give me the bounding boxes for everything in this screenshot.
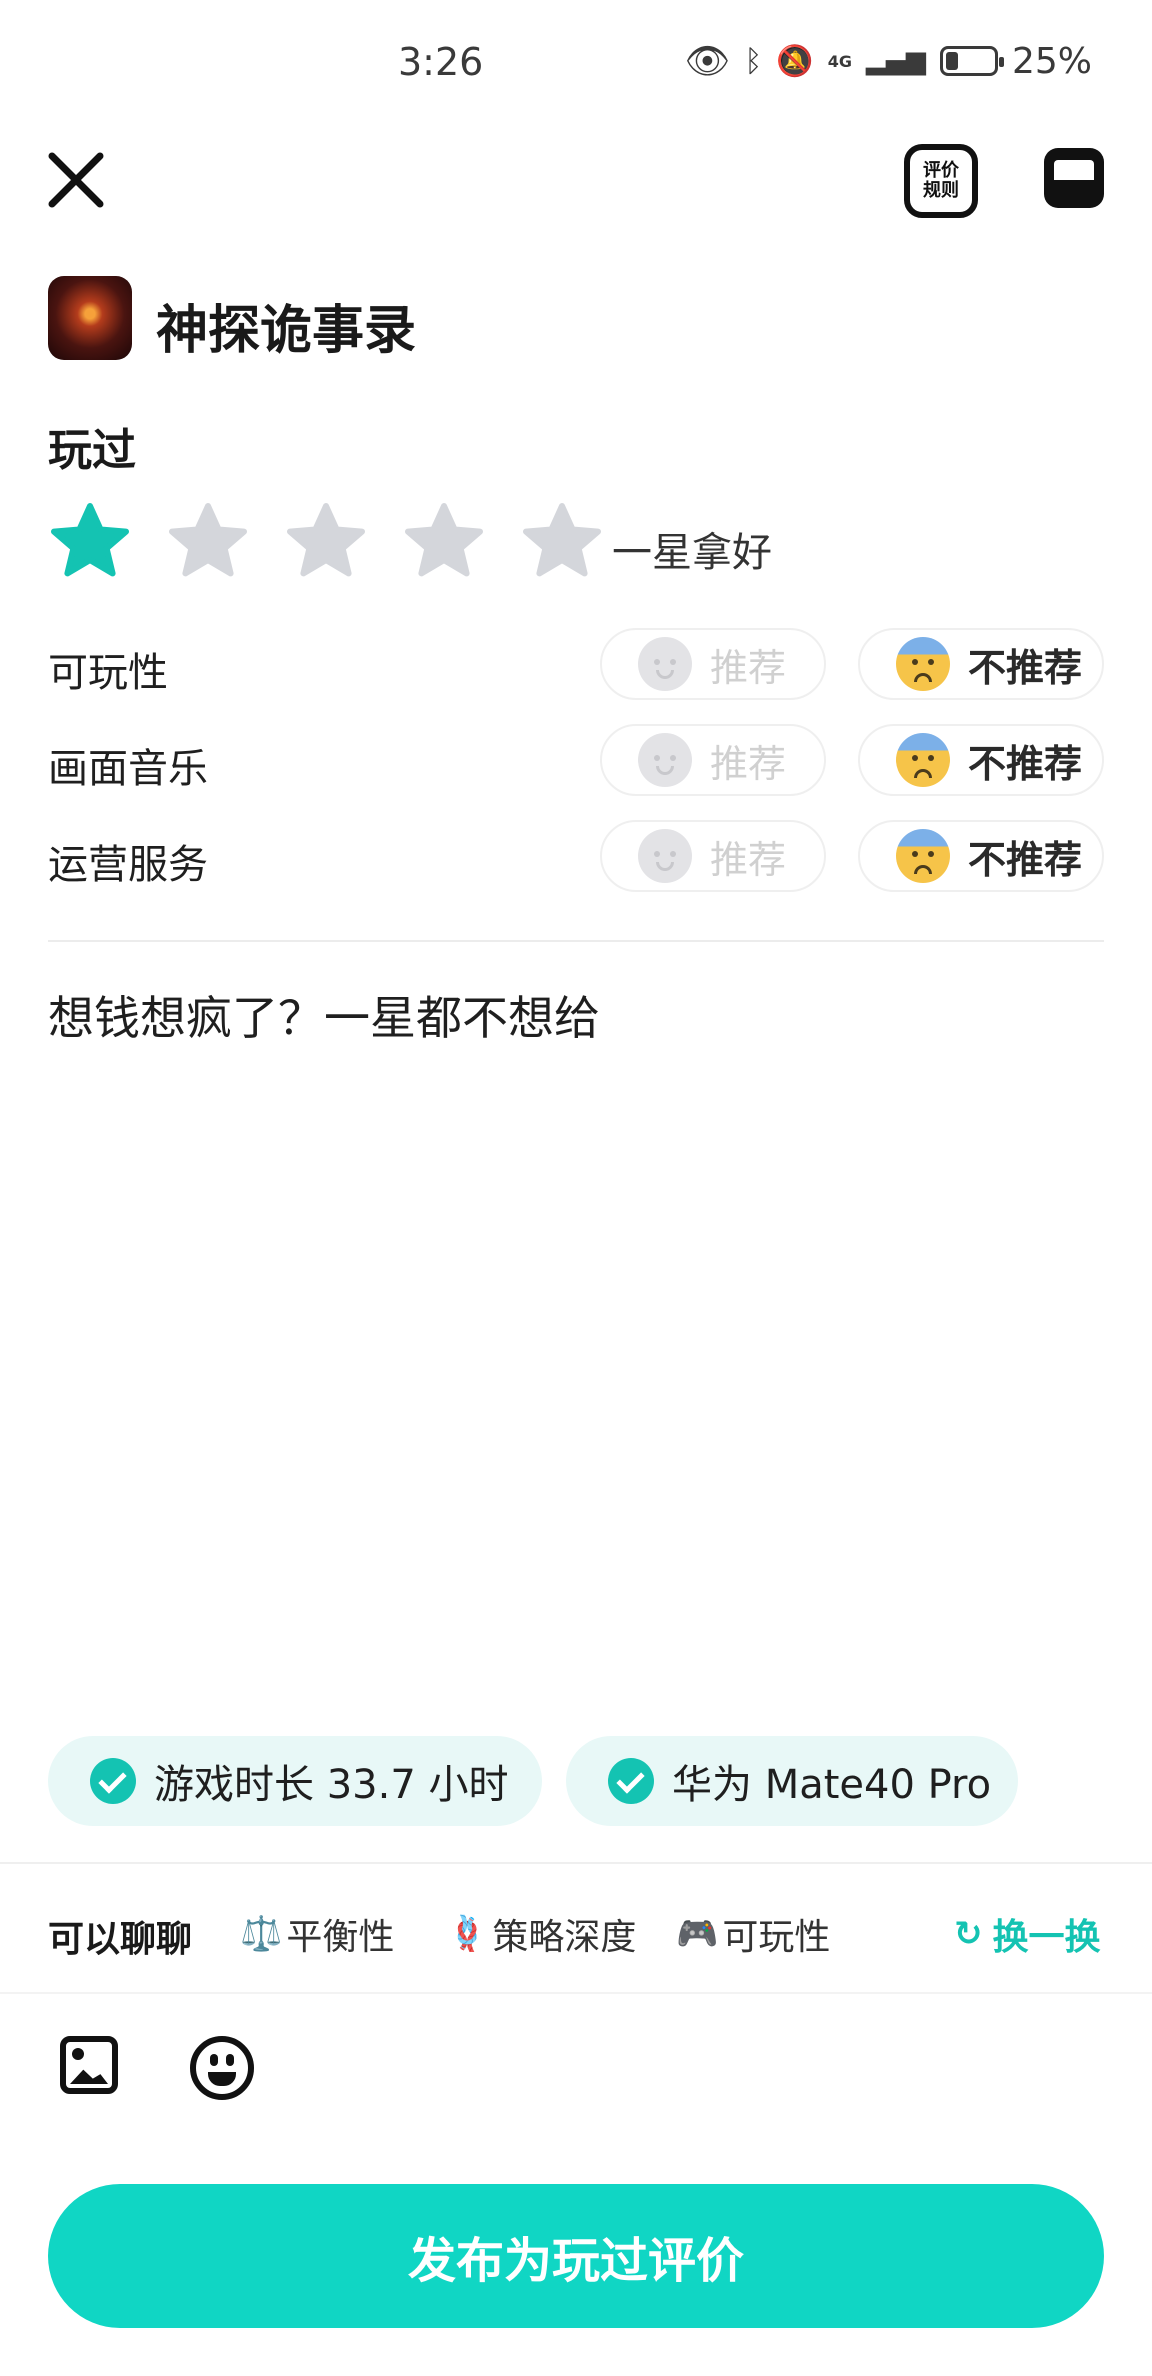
not-recommend-button[interactable]: 不推荐 bbox=[858, 724, 1104, 796]
worried-face-icon bbox=[896, 829, 950, 883]
review-rules-label: 评价规则 bbox=[923, 160, 959, 201]
topic-label: 可玩性 bbox=[722, 1917, 831, 1958]
swap-label: 换一换 bbox=[992, 1917, 1101, 1958]
topic-playability[interactable]: 🎮 可玩性 bbox=[676, 1908, 830, 1960]
device-label: 华为 Mate40 Pro bbox=[672, 1762, 992, 1808]
topic-strategy-depth[interactable]: 🪢 策略深度 bbox=[446, 1908, 636, 1960]
star-icon[interactable] bbox=[402, 500, 486, 584]
game-icon bbox=[48, 276, 132, 360]
topic-label: 平衡性 bbox=[286, 1917, 395, 1958]
playtime-label: 游戏时长 33.7 小时 bbox=[154, 1762, 509, 1808]
star-icon[interactable] bbox=[284, 500, 368, 584]
recommend-button[interactable]: 推荐 bbox=[600, 628, 826, 700]
rating-text: 一星拿好 bbox=[612, 530, 772, 576]
recommend-button[interactable]: 推荐 bbox=[600, 724, 826, 796]
recommend-label: 推荐 bbox=[710, 741, 787, 786]
star-icon[interactable] bbox=[520, 500, 604, 584]
smile-face-icon bbox=[638, 637, 692, 691]
emoji-icon[interactable] bbox=[190, 2036, 254, 2100]
smile-face-icon bbox=[638, 733, 692, 787]
swap-topics-button[interactable]: ↻ 换一换 bbox=[954, 1908, 1101, 1960]
not-recommend-label: 不推荐 bbox=[968, 645, 1083, 690]
review-status-label: 玩过 bbox=[48, 425, 136, 476]
recommend-label: 推荐 bbox=[710, 837, 787, 882]
knot-icon: 🪢 bbox=[446, 1914, 489, 1954]
topic-balance[interactable]: ⚖️ 平衡性 bbox=[240, 1908, 394, 1960]
game-title: 神探诡事录 bbox=[156, 301, 417, 361]
not-recommend-button[interactable]: 不推荐 bbox=[858, 820, 1104, 892]
close-icon[interactable] bbox=[44, 148, 108, 212]
recommend-button[interactable]: 推荐 bbox=[600, 820, 826, 892]
signal-icon: ▂▄▆ bbox=[865, 46, 926, 76]
not-recommend-label: 不推荐 bbox=[968, 837, 1083, 882]
network-label: 4G bbox=[827, 51, 852, 71]
topic-label: 策略深度 bbox=[492, 1917, 637, 1958]
aspect-label: 运营服务 bbox=[48, 842, 208, 888]
worried-face-icon bbox=[896, 637, 950, 691]
battery-icon bbox=[939, 46, 1004, 76]
star-icon[interactable] bbox=[48, 500, 132, 584]
review-rules-button[interactable]: 评价规则 bbox=[904, 144, 978, 218]
status-icons: 👁 ᛒ 🔕 4G ▂▄▆ 25% bbox=[684, 40, 1092, 83]
mute-icon: 🔕 bbox=[776, 43, 814, 79]
gamepad-icon: 🎮 bbox=[676, 1914, 719, 1954]
star-rating[interactable] bbox=[48, 500, 604, 584]
aspect-row-playability: 可玩性 推荐 不推荐 bbox=[48, 628, 1104, 700]
aspect-row-operations: 运营服务 推荐 不推荐 bbox=[48, 820, 1104, 892]
recommend-label: 推荐 bbox=[710, 645, 787, 690]
playtime-chip[interactable]: 游戏时长 33.7 小时 bbox=[48, 1736, 542, 1826]
publish-button[interactable]: 发布为玩过评价 bbox=[48, 2184, 1104, 2328]
status-time: 3:26 bbox=[398, 40, 484, 84]
inbox-icon[interactable] bbox=[1044, 148, 1104, 208]
smile-face-icon bbox=[638, 829, 692, 883]
not-recommend-label: 不推荐 bbox=[968, 741, 1083, 786]
check-icon bbox=[90, 1758, 136, 1804]
divider bbox=[0, 1992, 1152, 1994]
star-icon[interactable] bbox=[166, 500, 250, 584]
worried-face-icon bbox=[896, 733, 950, 787]
aspect-label: 画面音乐 bbox=[48, 746, 208, 792]
image-icon[interactable] bbox=[60, 2036, 118, 2094]
battery-percent: 25% bbox=[1011, 40, 1092, 82]
scale-icon: ⚖️ bbox=[240, 1914, 283, 1954]
review-text-input[interactable]: 想钱想疯了？一星都不想给 bbox=[48, 982, 600, 1048]
check-icon bbox=[608, 1758, 654, 1804]
divider bbox=[48, 940, 1104, 942]
bluetooth-icon: ᛒ bbox=[744, 43, 763, 79]
aspect-label: 可玩性 bbox=[48, 650, 168, 696]
aspect-row-graphics-music: 画面音乐 推荐 不推荐 bbox=[48, 724, 1104, 796]
topics-label: 可以聊聊 bbox=[48, 1919, 193, 1960]
device-chip[interactable]: 华为 Mate40 Pro bbox=[566, 1736, 1018, 1826]
not-recommend-button[interactable]: 不推荐 bbox=[858, 628, 1104, 700]
eye-icon: 👁 bbox=[684, 41, 731, 82]
divider bbox=[0, 1862, 1152, 1864]
refresh-icon: ↻ bbox=[954, 1914, 983, 1954]
